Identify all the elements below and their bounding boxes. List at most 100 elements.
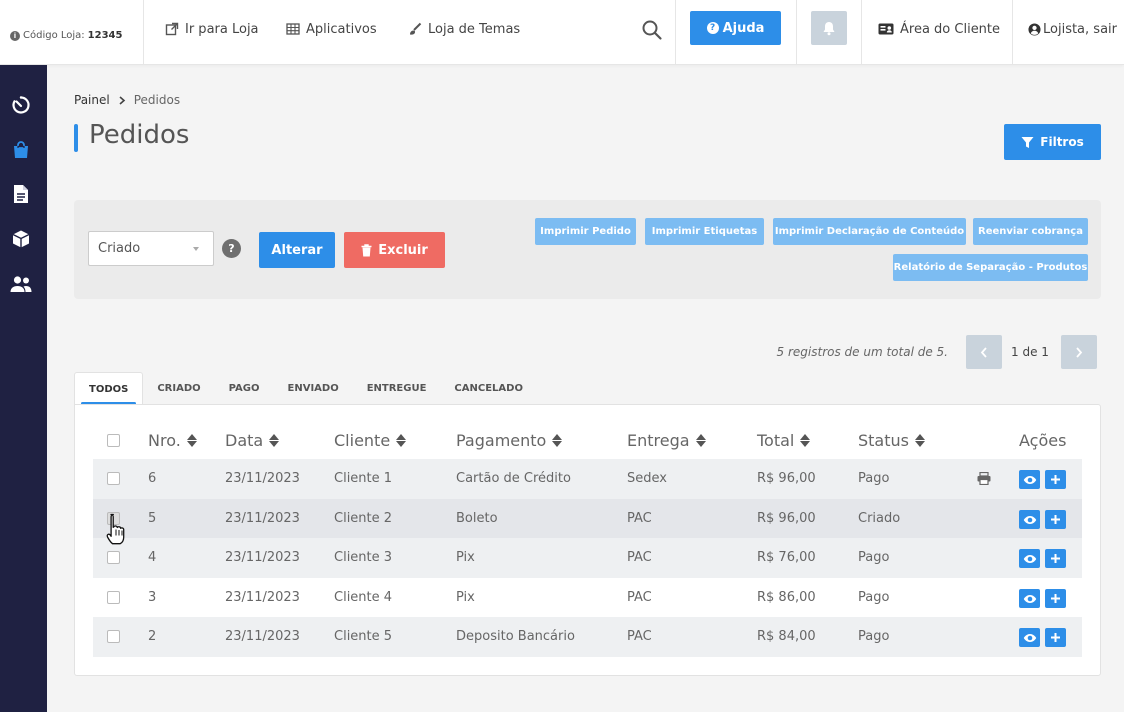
search-icon[interactable] xyxy=(641,19,663,41)
sort-icon xyxy=(186,434,197,447)
page-indicator: 1 de 1 xyxy=(1011,345,1049,359)
column-header-status[interactable]: Status xyxy=(858,431,925,450)
tab-todos[interactable]: TODOS xyxy=(74,372,144,405)
column-header-label: Nro. xyxy=(148,431,181,450)
column-header-pagamento[interactable]: Pagamento xyxy=(456,431,563,450)
column-header-label: Pagamento xyxy=(456,431,547,450)
link-theme-store[interactable]: Loja de Temas xyxy=(408,20,520,38)
store-code-label: Código Loja: xyxy=(23,30,85,41)
expand-order-button[interactable] xyxy=(1045,628,1066,647)
client-area-link[interactable]: Área do Cliente xyxy=(878,20,1000,38)
logout-link[interactable]: Lojista, sair xyxy=(1028,20,1117,38)
cell-entrega: PAC xyxy=(627,629,652,644)
status-tabs: TODOS CRIADO PAGO ENVIADO ENTREGUE CANCE… xyxy=(74,372,537,405)
sort-icon xyxy=(914,434,925,447)
trash-icon xyxy=(361,243,372,256)
cell-total: R$ 76,00 xyxy=(757,550,816,565)
column-header-data[interactable]: Data xyxy=(225,431,280,450)
column-header-nro[interactable]: Nro. xyxy=(148,431,197,450)
view-order-button[interactable] xyxy=(1019,510,1040,529)
eye-icon xyxy=(1023,475,1036,484)
excluir-button-label: Excluir xyxy=(378,242,428,258)
column-header-total[interactable]: Total xyxy=(757,431,811,450)
row-checkbox[interactable] xyxy=(107,551,120,564)
next-page-button[interactable] xyxy=(1061,335,1097,369)
users-icon xyxy=(10,276,32,292)
view-order-button[interactable] xyxy=(1019,589,1040,608)
table-row[interactable]: 3 23/11/2023 Cliente 4 Pix PAC R$ 86,00 … xyxy=(93,578,1082,618)
cell-data: 23/11/2023 xyxy=(225,590,300,605)
divider xyxy=(143,0,144,65)
sidebar-item-dashboard[interactable] xyxy=(9,93,33,117)
cell-cliente: Cliente 4 xyxy=(334,590,393,605)
expand-order-button[interactable] xyxy=(1045,510,1066,529)
table-row[interactable]: 2 23/11/2023 Cliente 5 Deposito Bancário… xyxy=(93,617,1082,657)
cell-data: 23/11/2023 xyxy=(225,550,300,565)
column-header-cliente[interactable]: Cliente xyxy=(334,431,407,450)
expand-order-button[interactable] xyxy=(1045,470,1066,489)
top-bar: i Código Loja: 12345 Ir para Loja Aplica… xyxy=(0,0,1124,65)
tab-pago[interactable]: PAGO xyxy=(215,372,274,405)
tab-entregue[interactable]: ENTREGUE xyxy=(353,372,441,405)
sidebar-item-orders[interactable] xyxy=(9,138,33,162)
link-apps-label: Aplicativos xyxy=(306,21,377,37)
table-row[interactable]: 4 23/11/2023 Cliente 3 Pix PAC R$ 76,00 … xyxy=(93,538,1082,578)
notifications-button[interactable] xyxy=(811,11,847,45)
column-header-entrega[interactable]: Entrega xyxy=(627,431,706,450)
client-area-label: Área do Cliente xyxy=(900,21,1001,37)
breadcrumb-root[interactable]: Painel xyxy=(74,93,110,107)
alterar-button[interactable]: Alterar xyxy=(259,232,335,268)
divider xyxy=(1012,0,1013,65)
row-checkbox[interactable] xyxy=(107,591,120,604)
brush-icon xyxy=(410,22,422,35)
cell-total: R$ 84,00 xyxy=(757,629,816,644)
expand-order-button[interactable] xyxy=(1045,589,1066,608)
info-icon: i xyxy=(10,30,20,41)
expand-order-button[interactable] xyxy=(1045,549,1066,568)
view-order-button[interactable] xyxy=(1019,470,1040,489)
sidebar-item-customers[interactable] xyxy=(9,272,33,296)
cell-total: R$ 86,00 xyxy=(757,590,816,605)
row-checkbox[interactable] xyxy=(107,472,120,485)
view-order-button[interactable] xyxy=(1019,628,1040,647)
shopping-bag-icon xyxy=(14,141,28,158)
table-row[interactable]: 6 23/11/2023 Cliente 1 Cartão de Crédito… xyxy=(93,459,1082,499)
sidebar-item-pages[interactable] xyxy=(9,182,33,206)
cell-status: Pago xyxy=(858,629,890,644)
sidebar-item-products[interactable] xyxy=(9,227,33,251)
cell-pagamento: Cartão de Crédito xyxy=(456,471,571,486)
cell-data: 23/11/2023 xyxy=(225,511,300,526)
excluir-button[interactable]: Excluir xyxy=(344,232,445,268)
cell-cliente: Cliente 2 xyxy=(334,511,393,526)
print-order-button[interactable]: Imprimir Pedido xyxy=(535,218,636,245)
prev-page-button[interactable] xyxy=(966,335,1002,369)
select-all-checkbox[interactable] xyxy=(107,434,120,447)
column-header-label: Entrega xyxy=(627,431,690,450)
help-icon[interactable]: ? xyxy=(222,239,241,258)
tab-cancelado[interactable]: CANCELADO xyxy=(440,372,537,405)
separation-report-button[interactable]: Relatório de Separação - Produtos xyxy=(893,254,1088,281)
eye-icon xyxy=(1023,594,1036,603)
chevron-right-icon xyxy=(119,95,125,105)
resend-charge-button[interactable]: Reenviar cobrança xyxy=(973,218,1088,245)
cell-status: Pago xyxy=(858,550,890,565)
cell-pagamento: Pix xyxy=(456,550,475,565)
row-checkbox[interactable] xyxy=(107,630,120,643)
print-labels-button[interactable]: Imprimir Etiquetas xyxy=(645,218,764,245)
print-content-declaration-button[interactable]: Imprimir Declaração de Conteúdo xyxy=(773,218,966,245)
id-card-icon xyxy=(878,23,894,35)
printer-icon[interactable] xyxy=(977,472,991,485)
breadcrumb-current: Pedidos xyxy=(133,93,181,107)
filters-button[interactable]: Filtros xyxy=(1004,124,1101,160)
view-order-button[interactable] xyxy=(1019,549,1040,568)
table-row[interactable]: 5 23/11/2023 Cliente 2 Boleto PAC R$ 96,… xyxy=(93,499,1082,539)
tab-criado[interactable]: CRIADO xyxy=(143,372,214,405)
bell-icon xyxy=(823,21,835,35)
status-select[interactable]: Criado xyxy=(88,231,214,266)
link-apps[interactable]: Aplicativos xyxy=(286,20,377,38)
title-accent xyxy=(74,124,78,152)
tab-enviado[interactable]: ENVIADO xyxy=(274,372,353,405)
column-header-acoes: Ações xyxy=(1019,431,1067,450)
link-go-to-store[interactable]: Ir para Loja xyxy=(165,20,259,38)
help-button[interactable]: ? Ajuda xyxy=(690,11,781,45)
